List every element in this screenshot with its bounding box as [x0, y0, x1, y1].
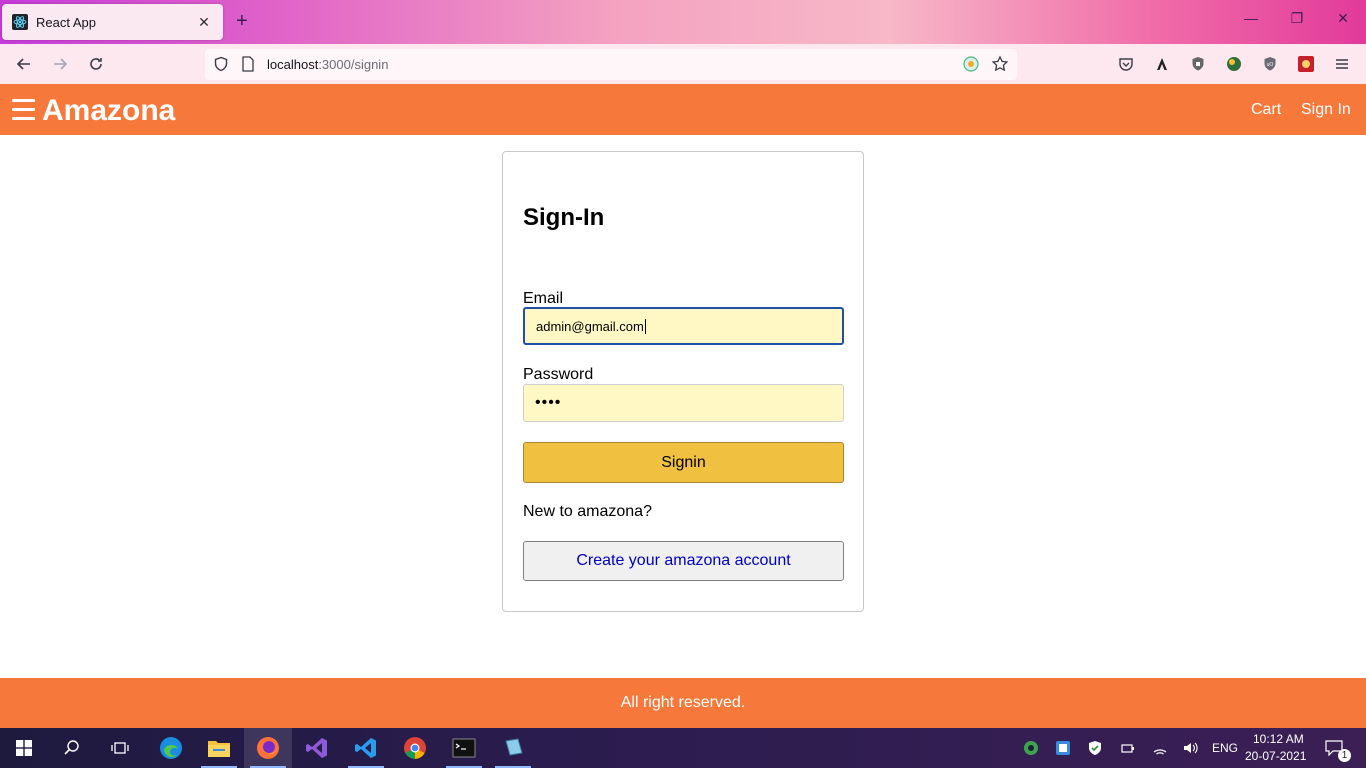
vscode-icon[interactable]: [342, 728, 390, 768]
extension-a-icon[interactable]: [1152, 54, 1172, 74]
notification-count-badge: 1: [1338, 749, 1351, 762]
extension-red-icon[interactable]: [1296, 54, 1316, 74]
svg-text:uO: uO: [1267, 62, 1274, 68]
pocket-icon[interactable]: [1116, 54, 1136, 74]
create-account-button[interactable]: Create your amazona account: [523, 541, 844, 581]
reload-icon[interactable]: [84, 52, 108, 76]
footer: All right reserved.: [0, 678, 1366, 728]
chrome-icon[interactable]: [391, 728, 439, 768]
firefox-icon[interactable]: [244, 728, 292, 768]
email-value: admin@gmail.com: [536, 318, 644, 334]
clock-time[interactable]: 10:12 AM: [1253, 732, 1304, 746]
password-value: ••••: [535, 394, 562, 411]
url-path: :3000/signin: [318, 57, 389, 72]
task-view-icon[interactable]: [96, 728, 144, 768]
shield-icon[interactable]: [213, 56, 229, 77]
new-customer-prompt: New to amazona?: [523, 503, 652, 520]
bookmark-star-icon[interactable]: [991, 55, 1009, 78]
edge-icon[interactable]: [147, 728, 195, 768]
new-tab-icon[interactable]: +: [236, 10, 248, 32]
volume-icon[interactable]: [1182, 740, 1198, 756]
terminal-icon[interactable]: [440, 728, 488, 768]
tray-app-green-icon[interactable]: [1023, 740, 1039, 756]
extension-target-icon[interactable]: [963, 56, 979, 77]
signin-form: Sign-In Email admin@gmail.com Password •…: [502, 151, 864, 612]
globe-extension-icon[interactable]: [1224, 54, 1244, 74]
email-field[interactable]: admin@gmail.com: [523, 307, 844, 345]
visual-studio-icon[interactable]: [293, 728, 341, 768]
forward-icon[interactable]: [48, 52, 72, 76]
tray-app-blue-icon[interactable]: [1055, 740, 1071, 756]
url-host: localhost: [267, 57, 319, 72]
cart-link[interactable]: Cart: [1251, 101, 1281, 119]
notepad-icon[interactable]: [489, 728, 537, 768]
wifi-icon[interactable]: [1152, 740, 1168, 756]
restore-icon[interactable]: ❐: [1274, 10, 1320, 27]
browser-tab-bar: React App ✕ + — ❐ ✕: [0, 0, 1366, 44]
minimize-icon[interactable]: —: [1228, 10, 1274, 26]
windows-start-icon[interactable]: [0, 728, 48, 768]
app-header: Amazona Cart Sign In: [0, 84, 1366, 135]
clock-date[interactable]: 20-07-2021: [1245, 749, 1306, 763]
text-caret: [644, 318, 646, 334]
hamburger-menu-icon[interactable]: [12, 99, 35, 121]
tab-close-icon[interactable]: ✕: [195, 14, 213, 31]
password-label: Password: [523, 366, 594, 383]
ublock-icon[interactable]: uO: [1260, 54, 1280, 74]
windows-taskbar: ENG 10:12 AM 20-07-2021 1: [0, 728, 1366, 768]
page-title: Sign-In: [523, 204, 605, 231]
brand-link[interactable]: Amazona: [42, 94, 175, 128]
email-label: Email: [523, 290, 564, 307]
page-icon[interactable]: [241, 56, 255, 77]
footer-text: All right reserved.: [620, 694, 746, 711]
signin-button[interactable]: Signin: [523, 442, 844, 483]
back-icon[interactable]: [12, 52, 36, 76]
signin-link[interactable]: Sign In: [1301, 101, 1351, 119]
browser-tab[interactable]: React App ✕: [2, 4, 223, 40]
app-menu-icon[interactable]: [1332, 54, 1352, 74]
react-icon: [12, 14, 28, 30]
security-shield-icon[interactable]: [1087, 740, 1103, 756]
privacy-badger-icon[interactable]: [1188, 54, 1208, 74]
tab-title: React App: [36, 14, 96, 30]
close-window-icon[interactable]: ✕: [1320, 10, 1366, 27]
browser-nav-bar: localhost:3000/signin uO: [0, 44, 1366, 84]
password-field[interactable]: ••••: [523, 384, 844, 422]
battery-icon[interactable]: [1119, 740, 1135, 756]
file-explorer-icon[interactable]: [195, 728, 243, 768]
search-icon[interactable]: [48, 728, 96, 768]
address-bar[interactable]: localhost:3000/signin: [205, 49, 1017, 80]
url-text: localhost:3000/signin: [267, 57, 388, 72]
language-indicator[interactable]: ENG: [1212, 741, 1238, 755]
